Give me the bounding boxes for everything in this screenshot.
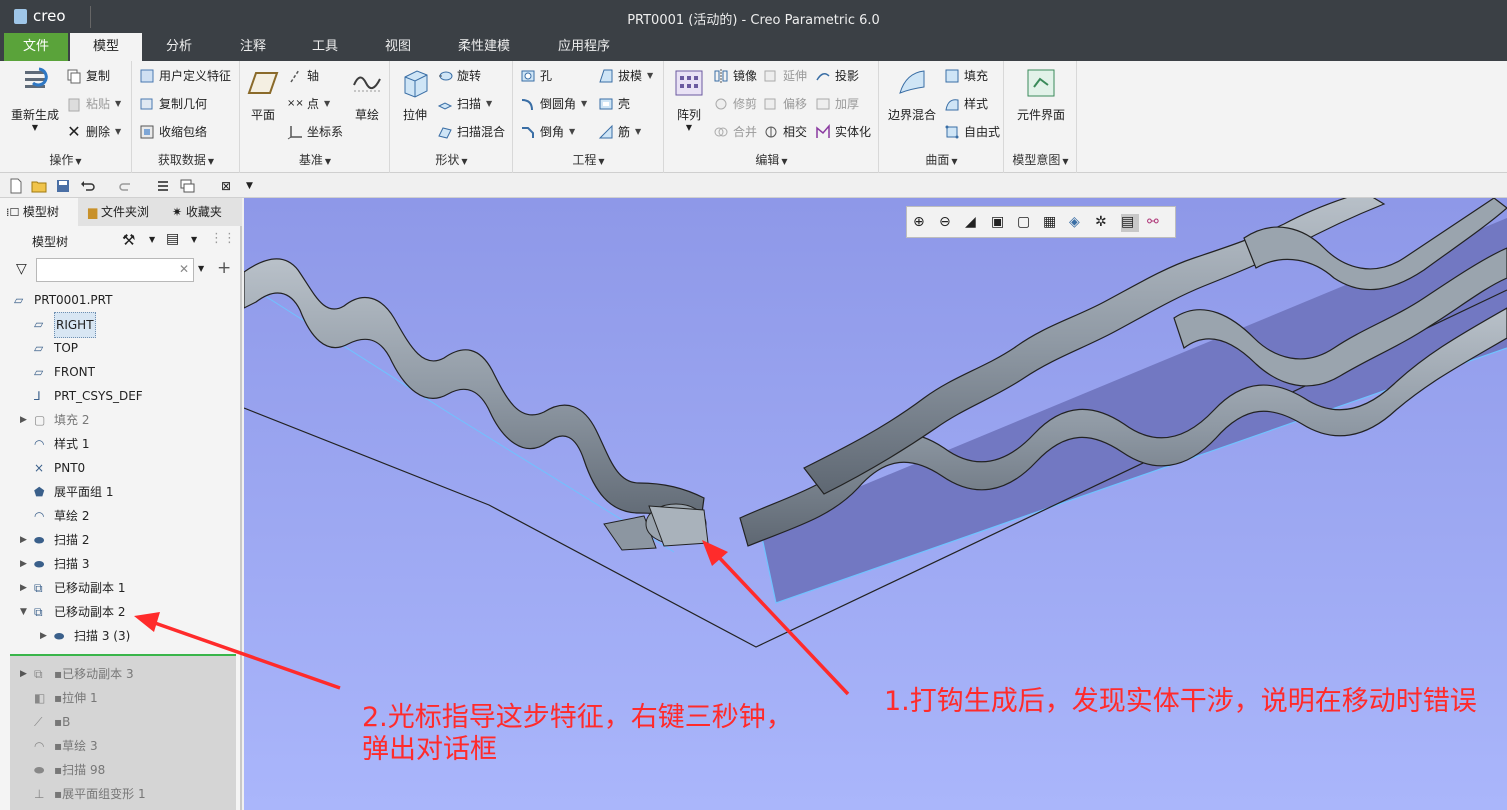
annotation-note-1: 1.打钩生成后，发现实体干涉，说明在移动时错误 (884, 686, 1477, 717)
creo-window: creo PRT0001 (活动的) - Creo Parametric 6.0… (0, 0, 1507, 810)
annotation-arrow-2 (151, 620, 341, 690)
annotation-note-2-line-2: 弹出对话框 (362, 734, 497, 765)
